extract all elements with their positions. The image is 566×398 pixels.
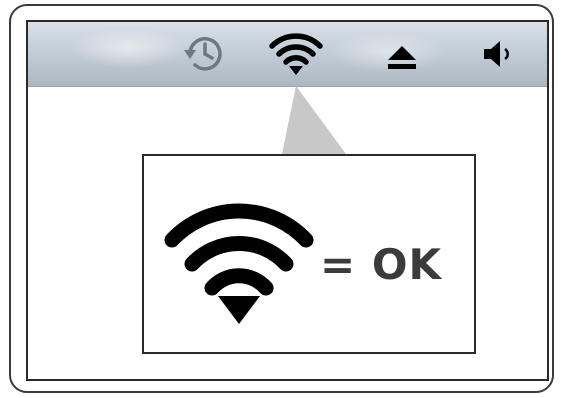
status-ok-label: = OK <box>320 240 443 289</box>
callout-box: = OK <box>142 154 476 354</box>
screen-area: = OK <box>26 20 549 381</box>
wifi-icon <box>164 200 314 330</box>
